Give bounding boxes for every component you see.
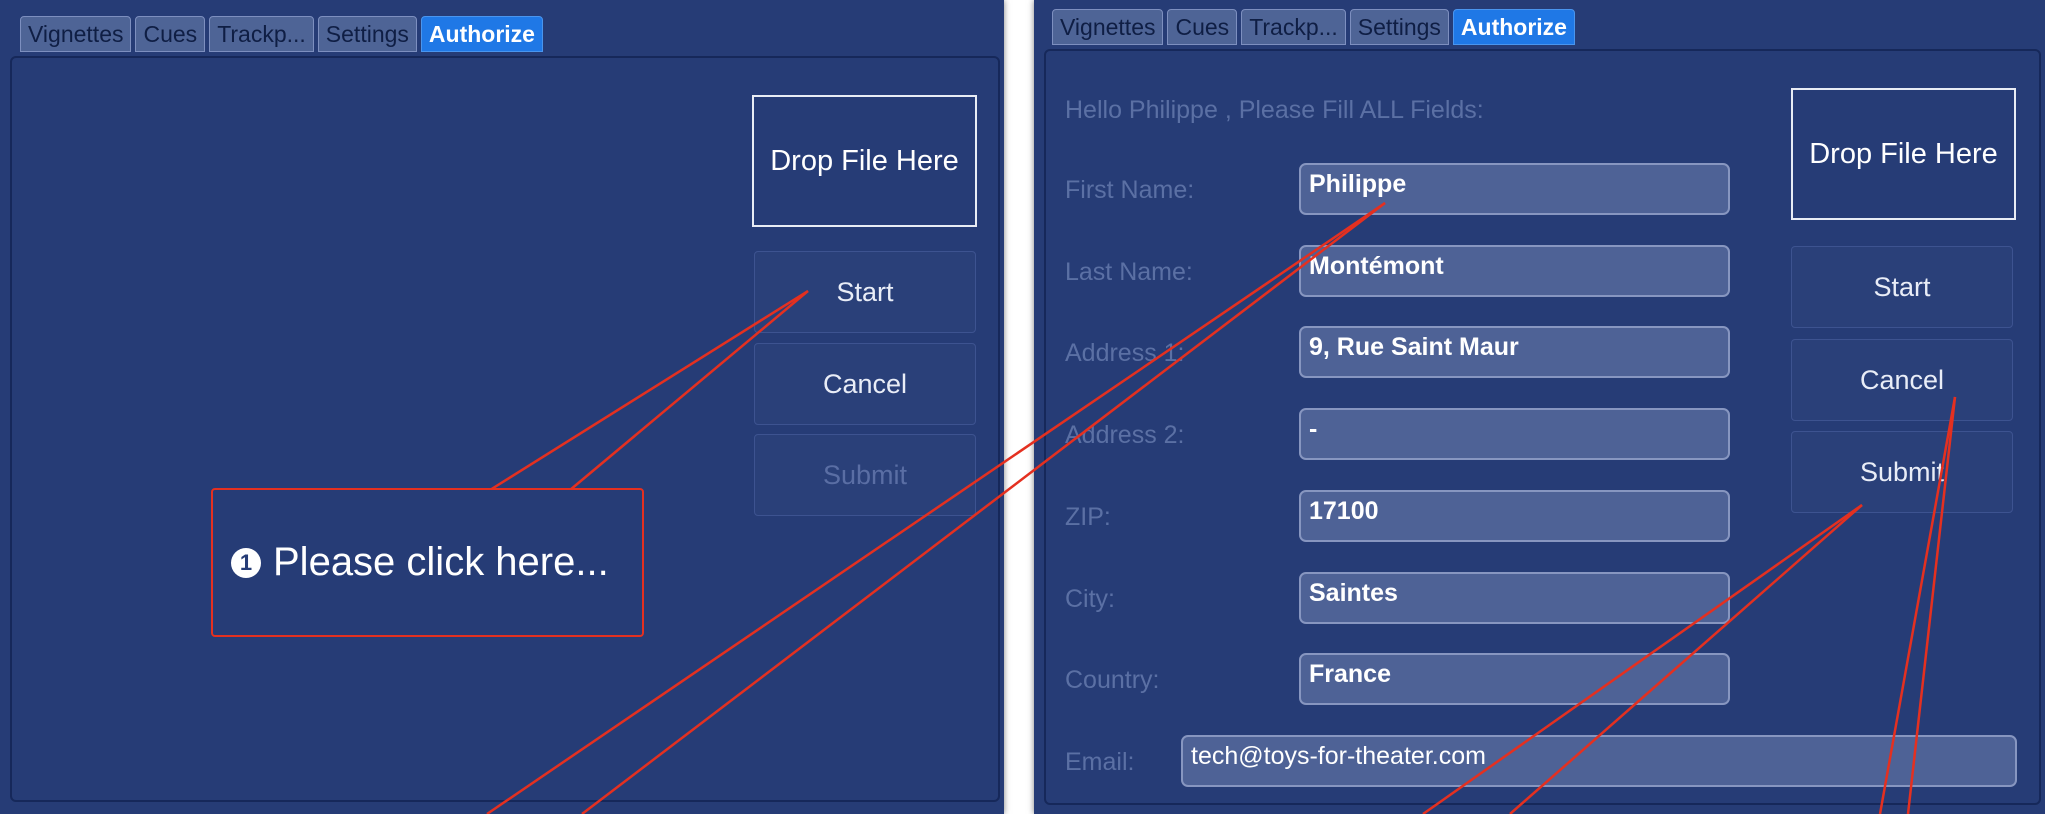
callout-pointer-left xyxy=(489,289,809,492)
first-name-pointer-right xyxy=(581,202,1386,814)
submit-pointer-left xyxy=(1422,503,1863,814)
cancel-pointer-left xyxy=(1878,396,1957,814)
submit-pointer-right xyxy=(1509,504,1863,814)
callout-pointer-right xyxy=(569,290,809,491)
instruction-callout: 1 Please click here... xyxy=(211,488,644,637)
annotation-overlay xyxy=(486,201,1957,814)
step-number-badge: 1 xyxy=(231,547,261,578)
callout-text: Please click here... xyxy=(273,540,609,584)
cancel-pointer-right xyxy=(1906,396,1957,814)
